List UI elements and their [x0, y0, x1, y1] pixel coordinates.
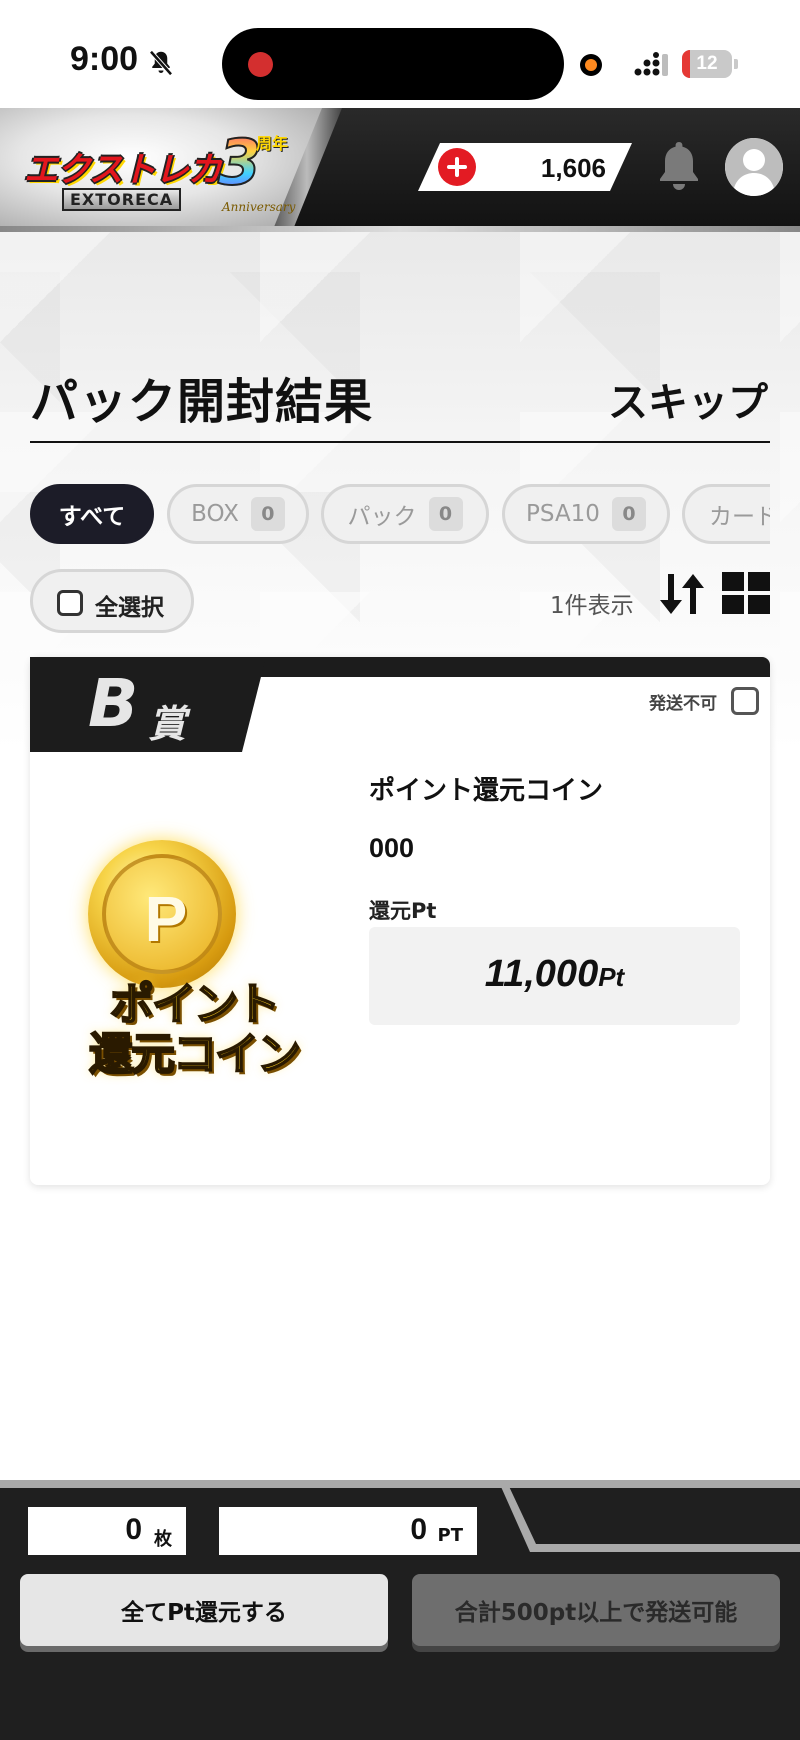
filter-chip-label: カード — [709, 504, 770, 530]
rank-suffix: 賞 — [148, 702, 187, 746]
filter-chip-psa10[interactable]: PSA10 0 — [502, 484, 670, 544]
anniversary-number: 3 — [217, 125, 262, 200]
status-time: 9:00 — [70, 40, 139, 78]
filter-chip-pack[interactable]: パック 0 — [321, 484, 489, 544]
filter-chip-card[interactable]: カード — [682, 484, 770, 544]
points-balance[interactable]: 1,606 — [418, 143, 632, 191]
refund-value: 11,000 — [484, 953, 599, 995]
item-code: 000 — [369, 833, 415, 863]
filter-chip-box[interactable]: BOX 0 — [167, 484, 309, 544]
filter-chips: すべて BOX 0 パック 0 PSA10 0 カード — [30, 484, 770, 544]
battery-level: 12 — [696, 53, 718, 74]
result-count: 1件表示 — [550, 593, 634, 619]
select-all-checkbox[interactable] — [57, 590, 83, 616]
battery-icon: 12 — [682, 50, 732, 78]
filter-chip-count: 0 — [611, 497, 646, 531]
page-title: パック開封結果 — [30, 374, 374, 430]
plus-icon[interactable] — [438, 148, 476, 186]
sort-icon[interactable] — [657, 570, 707, 618]
filter-chip-all[interactable]: すべて — [30, 484, 154, 544]
rank-badge: B 賞 — [30, 657, 266, 752]
coin-text-line2: 還元コイン — [88, 1029, 302, 1081]
selected-count-box: 0 枚 — [28, 1507, 186, 1555]
coin-icon: P — [88, 840, 236, 988]
grid-view-icon[interactable] — [722, 572, 770, 614]
filter-chip-label: BOX — [191, 501, 239, 527]
selected-pt: 0 — [410, 1513, 427, 1546]
title-divider — [30, 441, 770, 443]
refund-value-wrap: 11,000Pt — [369, 953, 740, 996]
item-name: ポイント還元コイン — [369, 776, 604, 806]
status-bar: 9:00 12 — [0, 0, 800, 108]
refund-box: 11,000Pt — [369, 927, 740, 1025]
selected-count: 0 — [125, 1513, 142, 1546]
rank-letter: B — [88, 665, 139, 742]
app-header: エクストレカ EXTORECA 3 周年 Anniversary 1,606 — [0, 108, 800, 232]
filter-chip-count: 0 — [250, 497, 285, 531]
dynamic-island — [222, 28, 564, 100]
unshippable-label: 発送不可 — [649, 694, 717, 714]
selected-pt-unit: PT — [437, 1525, 463, 1546]
points-value: 1,606 — [540, 153, 606, 183]
refund-unit: Pt — [598, 962, 625, 992]
select-all-label: 全選択 — [95, 595, 164, 621]
anniversary-word: 周年 — [256, 134, 289, 153]
refund-label: 還元Pt — [369, 899, 437, 923]
coin-letter: P — [144, 883, 188, 955]
logo-text: エクストレカ — [24, 150, 222, 190]
mic-indicator — [580, 54, 602, 76]
user-avatar-icon[interactable] — [725, 138, 783, 196]
selected-pt-box: 0 PT — [219, 1507, 477, 1555]
unshippable-checkbox[interactable] — [731, 687, 759, 715]
bottom-action-bar: 0 枚 0 PT 全てPt還元する 合計500pt以上で発送可能 — [0, 1480, 800, 1740]
filter-chip-label: すべて — [58, 504, 126, 530]
refund-all-button[interactable]: 全てPt還元する — [20, 1574, 388, 1646]
signal-icon — [634, 52, 668, 76]
coin-image-text: ポイント 還元コイン — [74, 979, 314, 1081]
ship-button[interactable]: 合計500pt以上で発送可能 — [412, 1574, 780, 1646]
bell-icon[interactable] — [654, 138, 704, 194]
select-all-button[interactable]: 全選択 — [30, 569, 194, 633]
selected-count-unit: 枚 — [154, 1529, 172, 1550]
anniversary-en: Anniversary — [222, 200, 296, 214]
filter-chip-count: 0 — [428, 497, 463, 531]
logo-subtext: EXTORECA — [62, 188, 182, 211]
recording-indicator — [248, 52, 273, 77]
coin-text-line1: ポイント — [109, 979, 281, 1031]
filter-chip-label: パック — [347, 504, 417, 530]
bell-off-icon — [149, 50, 173, 76]
skip-button[interactable]: スキップ — [608, 370, 768, 428]
filter-chip-label: PSA10 — [526, 501, 600, 527]
